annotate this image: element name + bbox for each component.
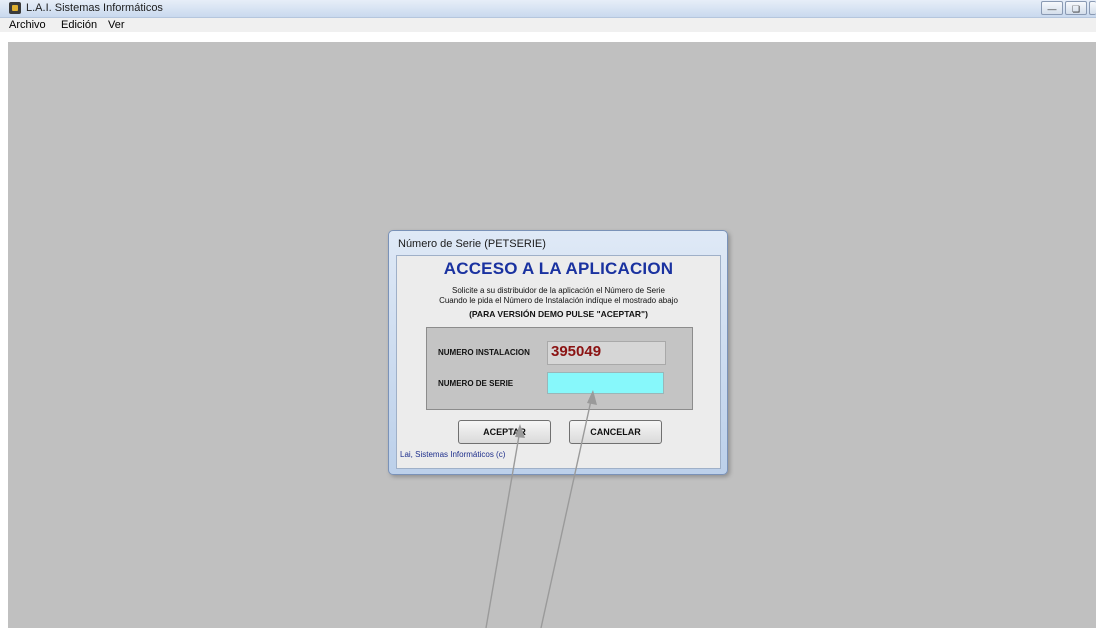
- demo-note: (PARA VERSIÓN DEMO PULSE "ACEPTAR"): [469, 309, 648, 319]
- install-number-label: NUMERO INSTALACION: [438, 348, 530, 357]
- window-title: L.A.I. Sistemas Informáticos: [26, 2, 163, 14]
- install-number-value: 395049: [551, 343, 602, 360]
- serial-number-dialog: Número de Serie (PETSERIE) ACCESO A LA A…: [388, 230, 728, 475]
- info-line-1: Solicite a su distribuidor de la aplicac…: [452, 286, 665, 295]
- dialog-body: ACCESO A LA APLICACION Solicite a su dis…: [396, 255, 721, 469]
- menu-edicion[interactable]: Edición: [61, 19, 97, 31]
- menu-archivo[interactable]: Archivo: [9, 19, 46, 31]
- window-titlebar: L.A.I. Sistemas Informáticos — ❏: [0, 0, 1096, 18]
- serial-number-input[interactable]: [547, 372, 664, 394]
- close-icon[interactable]: [1089, 1, 1096, 15]
- restore-icon[interactable]: ❏: [1065, 1, 1087, 15]
- cancel-button[interactable]: CANCELAR: [569, 420, 662, 444]
- install-number-box: 395049: [547, 341, 666, 365]
- dialog-heading: ACCESO A LA APLICACION: [443, 259, 674, 278]
- dialog-title: Número de Serie (PETSERIE): [398, 238, 546, 250]
- accept-button[interactable]: ACEPTAR: [458, 420, 551, 444]
- app-icon: [9, 2, 21, 14]
- info-line-2: Cuando le pida el Número de Instalación …: [439, 296, 678, 305]
- copyright-footer: Lai, Sistemas Informáticos (c): [400, 450, 506, 459]
- fields-panel: NUMERO INSTALACION 395049 NUMERO DE SERI…: [426, 327, 693, 410]
- menubar: Archivo Edición Ver: [0, 18, 1096, 32]
- serial-number-label: NUMERO DE SERIE: [438, 379, 514, 388]
- minimize-icon[interactable]: —: [1041, 1, 1063, 15]
- menu-ver[interactable]: Ver: [108, 19, 125, 31]
